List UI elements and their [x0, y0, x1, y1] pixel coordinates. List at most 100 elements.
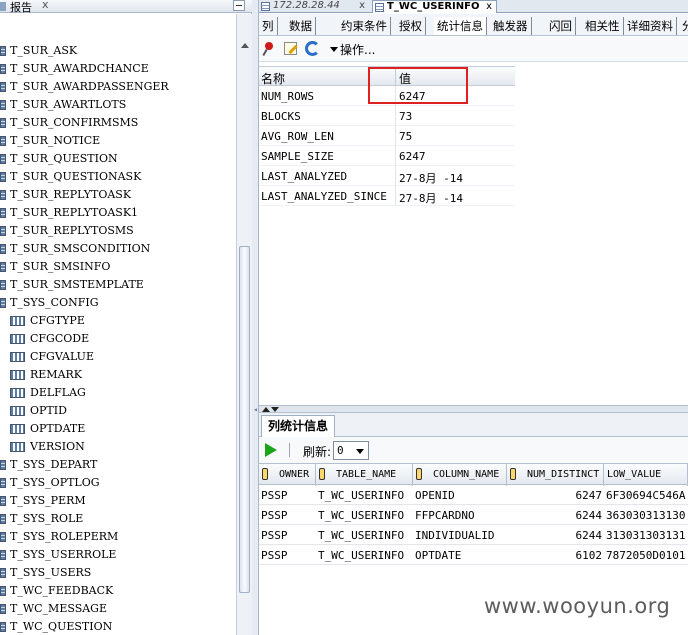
table-icon	[0, 226, 6, 236]
table-row[interactable]: PSSP T_WC_USERINFO OPTDATE 6102 7872050D0101	[259, 545, 688, 565]
column-header[interactable]: OWNER	[259, 464, 316, 486]
tree-item-table[interactable]: T_SUR_REPLYTOASK1	[0, 204, 236, 222]
table-row[interactable]: PSSP T_WC_USERINFO FFPCARDNO 6244 3630303131…	[259, 505, 688, 525]
bottom-splitter[interactable]	[259, 405, 688, 413]
expand-down-icon[interactable]	[271, 407, 279, 412]
tree-item-table[interactable]: T_SYS_OPTLOG	[0, 474, 236, 492]
tree-item-label: T_SYS_USERS	[10, 566, 92, 579]
sort-icon[interactable]	[262, 468, 268, 480]
statistics-row[interactable]: LAST_ANALYZED 27-8月 -14	[259, 166, 515, 186]
tree-item-column[interactable]: OPTID	[0, 402, 236, 420]
tree-item-table[interactable]: T_SYS_CONFIG	[0, 294, 236, 312]
tree-item-column[interactable]: VERSION	[0, 438, 236, 456]
tree-item-table[interactable]: T_WC_MESSAGE	[0, 600, 236, 618]
tree-item-table[interactable]: T_SUR_QUESTION	[0, 150, 236, 168]
stat-name: SAMPLE_SIZE	[261, 150, 334, 163]
tab-sub-6[interactable]: 闪回	[546, 17, 576, 35]
tree-item-table[interactable]: T_SUR_REPLYTOSMS	[0, 222, 236, 240]
pin-icon[interactable]	[263, 42, 275, 56]
tree-item-table[interactable]: T_SUR_ASK	[0, 42, 236, 60]
statistics-row[interactable]: LAST_ANALYZED_SINCE 27-8月 -14	[259, 186, 515, 206]
tree-item-table[interactable]: T_SUR_SMSTEMPLATE	[0, 276, 236, 294]
tree-scrollbar[interactable]	[236, 14, 252, 635]
minimize-button[interactable]	[233, 0, 245, 11]
refresh-icon[interactable]	[305, 41, 320, 56]
tree-item-table[interactable]: T_SUR_QUESTIONASK	[0, 168, 236, 186]
tab-column-statistics[interactable]: 列统计信息	[261, 415, 336, 437]
tree-item-table[interactable]: T_SYS_PERM	[0, 492, 236, 510]
document-tab-bar: 172.28.28.44 x T_WC_USERINFO x	[259, 0, 688, 13]
tree-item-table[interactable]: T_SYS_USERS	[0, 564, 236, 582]
scroll-thumb[interactable]	[239, 246, 250, 593]
tree-item-column[interactable]: CFGCODE	[0, 330, 236, 348]
tab-sub-9[interactable]: 分区	[679, 17, 688, 35]
tab-sub-7[interactable]: 相关性	[582, 17, 624, 35]
sort-icon[interactable]	[319, 468, 325, 480]
stat-name: LAST_ANALYZED_SINCE	[261, 190, 387, 203]
tree-item-table[interactable]: T_SYS_DEPART	[0, 456, 236, 474]
actions-menu-button[interactable]: 操作...	[340, 41, 375, 58]
run-icon[interactable]	[265, 443, 277, 457]
tree-item-table[interactable]: T_WC_FEEDBACK	[0, 582, 236, 600]
column-header[interactable]: TABLE_NAME	[316, 464, 413, 486]
table-row[interactable]: PSSP T_WC_USERINFO INDIVIDUALID 6244 3130313…	[259, 525, 688, 545]
table-icon	[0, 82, 6, 92]
edit-icon[interactable]	[284, 42, 297, 55]
statistics-row[interactable]: AVG_ROW_LEN 75	[259, 126, 515, 146]
tree-item-column[interactable]: REMARK	[0, 366, 236, 384]
close-icon[interactable]: x	[42, 0, 49, 11]
chevron-down-icon[interactable]	[356, 449, 364, 454]
sort-icon[interactable]	[416, 468, 422, 480]
tree-item-column[interactable]: CFGTYPE	[0, 312, 236, 330]
column-icon	[10, 316, 25, 326]
panel-splitter[interactable]: ◂▸	[252, 0, 263, 635]
tree-item-table[interactable]: T_SUR_AWARDPASSENGER	[0, 78, 236, 96]
table-icon	[0, 514, 6, 524]
tree-item-label: OPTID	[30, 404, 67, 417]
tree-item-table[interactable]: T_SUR_AWARDCHANCE	[0, 60, 236, 78]
annotation-highlight-box	[368, 67, 468, 104]
tree-item-label: REMARK	[30, 368, 83, 381]
tree-item-column[interactable]: DELFLAG	[0, 384, 236, 402]
tree-item-table[interactable]: T_SUR_REPLYTOASK	[0, 186, 236, 204]
header-name[interactable]: 名称	[261, 70, 285, 87]
tree-item-table[interactable]: T_SUR_SMSINFO	[0, 258, 236, 276]
close-icon[interactable]: x	[359, 0, 365, 12]
tab-sub-4[interactable]: 统计信息	[434, 17, 487, 35]
tab-table[interactable]: T_WC_USERINFO x	[372, 0, 497, 13]
tab-sub-2[interactable]: 约束条件	[338, 17, 391, 35]
tab-sub-1[interactable]: 数据	[286, 17, 316, 35]
tree-item-table[interactable]: T_WC_QUESTION	[0, 618, 236, 635]
tab-sub-8[interactable]: 详细资料	[624, 17, 677, 35]
statistics-row[interactable]: SAMPLE_SIZE 6247	[259, 146, 515, 166]
close-icon[interactable]: x	[486, 1, 492, 13]
chevron-down-icon[interactable]	[330, 47, 338, 52]
table-cell: OPTDATE	[415, 549, 462, 562]
tree-item-label: T_SUR_AWARDPASSENGER	[10, 80, 169, 93]
tree-item-table[interactable]: T_SYS_USERROLE	[0, 546, 236, 564]
tab-connection[interactable]: 172.28.28.44 x	[259, 0, 369, 13]
tab-sub-3[interactable]: 授权	[396, 17, 426, 35]
tab-sub-0[interactable]: 列	[259, 17, 278, 35]
column-icon	[10, 352, 25, 362]
statistics-row[interactable]: BLOCKS 73	[259, 106, 515, 126]
refresh-interval-select[interactable]: 0	[333, 441, 369, 460]
table-row[interactable]: PSSP T_WC_USERINFO OPENID 6247 6F30694C546A	[259, 485, 688, 505]
table-icon	[0, 604, 6, 614]
tree-item-table[interactable]: T_SUR_SMSCONDITION	[0, 240, 236, 258]
tree-item-table[interactable]: T_SUR_NOTICE	[0, 132, 236, 150]
column-header[interactable]: COLUMN_NAME	[413, 464, 507, 486]
column-header[interactable]: NUM_DISTINCT	[507, 464, 604, 486]
tree-item-table[interactable]: T_SYS_ROLEPERM	[0, 528, 236, 546]
table-icon	[0, 208, 6, 218]
tree-item-table[interactable]: T_SUR_CONFIRMSMS	[0, 114, 236, 132]
tree-item-table[interactable]: T_SUR_AWARTLOTS	[0, 96, 236, 114]
column-header[interactable]: LOW_VALUE	[604, 464, 688, 486]
tree-item-column[interactable]: OPTDATE	[0, 420, 236, 438]
tab-sub-5[interactable]: 触发器	[490, 17, 532, 35]
sort-icon[interactable]	[510, 468, 516, 480]
tree-item-column[interactable]: CFGVALUE	[0, 348, 236, 366]
scroll-up-icon[interactable]	[239, 42, 250, 50]
collapse-up-icon[interactable]	[262, 407, 270, 412]
tree-item-table[interactable]: T_SYS_ROLE	[0, 510, 236, 528]
